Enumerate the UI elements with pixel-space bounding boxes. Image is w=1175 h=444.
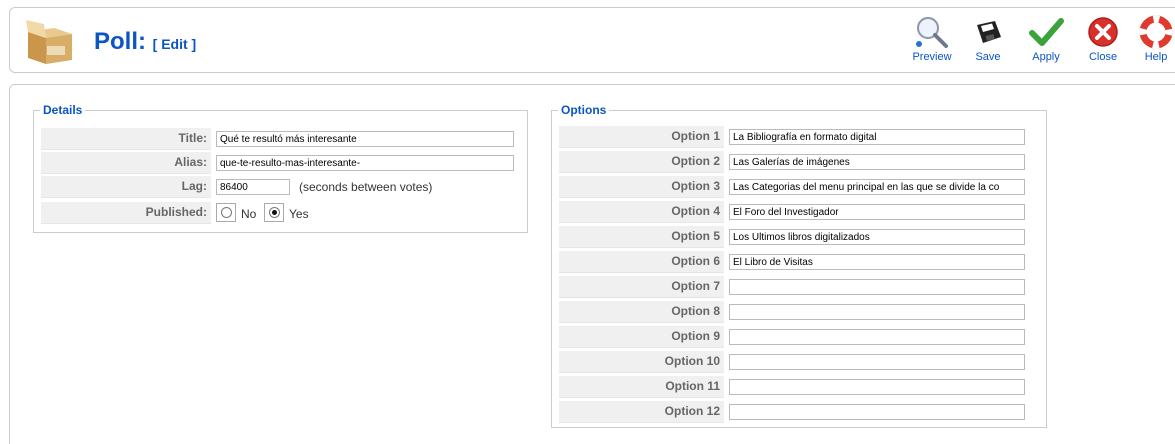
- published-yes-radio[interactable]: [264, 203, 284, 222]
- options-panel: Options Option 1 Option 2 Option 3 Option 4…: [551, 103, 1047, 428]
- option-label: Option 12: [559, 401, 724, 423]
- lifebuoy-icon: [1139, 15, 1173, 49]
- magnifier-icon: [916, 17, 948, 48]
- alias-label: Alias:: [41, 152, 211, 174]
- content-area: Details Title: Alias: Lag: (seconds betw…: [9, 84, 1175, 444]
- close-circle-icon: [1088, 17, 1118, 47]
- option-field[interactable]: [729, 229, 1025, 245]
- option-field[interactable]: [729, 279, 1025, 295]
- box-icon: [26, 20, 72, 64]
- option-field[interactable]: [729, 304, 1025, 320]
- option-field[interactable]: [729, 154, 1025, 170]
- alias-row: Alias:: [41, 151, 521, 175]
- lag-label: Lag:: [41, 176, 211, 198]
- preview-button[interactable]: Preview: [907, 15, 957, 63]
- checkmark-icon: [1029, 18, 1064, 46]
- option-row: Option 9: [559, 325, 1039, 349]
- option-label: Option 7: [559, 276, 724, 298]
- save-label: Save: [975, 51, 1001, 63]
- option-label: Option 5: [559, 226, 724, 248]
- page-title: Poll: [ Edit ]: [94, 28, 196, 56]
- option-label: Option 3: [559, 176, 724, 198]
- save-button[interactable]: Save: [966, 15, 1010, 63]
- option-label: Option 2: [559, 151, 724, 173]
- option-row: Option 8: [559, 300, 1039, 324]
- published-label: Published:: [41, 202, 211, 224]
- option-row: Option 12: [559, 400, 1039, 424]
- option-label: Option 4: [559, 201, 724, 223]
- published-no-radio[interactable]: [216, 203, 236, 222]
- option-row: Option 7: [559, 275, 1039, 299]
- option-row: Option 4: [559, 200, 1039, 224]
- toolbar-header: Poll: [ Edit ] Preview Save Apply Close …: [9, 7, 1175, 73]
- option-label: Option 11: [559, 376, 724, 398]
- apply-label: Apply: [1032, 51, 1060, 63]
- help-label: Help: [1144, 51, 1168, 63]
- option-field[interactable]: [729, 204, 1025, 220]
- option-field[interactable]: [729, 354, 1025, 370]
- option-field[interactable]: [729, 179, 1025, 195]
- page-subtitle: [ Edit ]: [152, 36, 197, 52]
- option-field[interactable]: [729, 329, 1025, 345]
- option-field[interactable]: [729, 129, 1025, 145]
- apply-button[interactable]: Apply: [1022, 15, 1070, 63]
- help-button[interactable]: Help: [1136, 15, 1175, 63]
- no-label: No: [241, 207, 257, 221]
- option-label: Option 10: [559, 351, 724, 373]
- title-label: Title:: [41, 128, 211, 150]
- radio-no-dot: [221, 207, 232, 218]
- close-button[interactable]: Close: [1079, 15, 1127, 63]
- option-row: Option 10: [559, 350, 1039, 374]
- preview-label: Preview: [912, 51, 952, 63]
- option-field[interactable]: [729, 404, 1025, 420]
- details-panel: Details Title: Alias: Lag: (seconds betw…: [33, 103, 528, 233]
- title-row: Title:: [41, 127, 521, 151]
- lag-field[interactable]: [216, 179, 290, 195]
- details-legend: Details: [43, 103, 83, 117]
- close-label: Close: [1088, 51, 1118, 63]
- option-field[interactable]: [729, 379, 1025, 395]
- option-row: Option 2: [559, 150, 1039, 174]
- lag-note: (seconds between votes): [299, 180, 433, 194]
- radio-yes-dot: [269, 207, 280, 218]
- option-row: Option 1: [559, 125, 1039, 149]
- option-field[interactable]: [729, 254, 1025, 270]
- title-field[interactable]: [216, 131, 514, 147]
- option-label: Option 9: [559, 326, 724, 348]
- option-row: Option 11: [559, 375, 1039, 399]
- published-row: Published: No Yes: [41, 201, 521, 225]
- option-label: Option 1: [559, 126, 724, 148]
- option-row: Option 6: [559, 250, 1039, 274]
- option-label: Option 8: [559, 301, 724, 323]
- yes-label: Yes: [289, 207, 309, 221]
- floppy-disk-icon: [977, 21, 1001, 43]
- alias-field[interactable]: [216, 155, 514, 171]
- option-row: Option 3: [559, 175, 1039, 199]
- lag-row: Lag: (seconds between votes): [41, 175, 521, 199]
- page-title-text: Poll:: [94, 28, 146, 55]
- option-row: Option 5: [559, 225, 1039, 249]
- option-label: Option 6: [559, 251, 724, 273]
- options-legend: Options: [561, 103, 607, 117]
